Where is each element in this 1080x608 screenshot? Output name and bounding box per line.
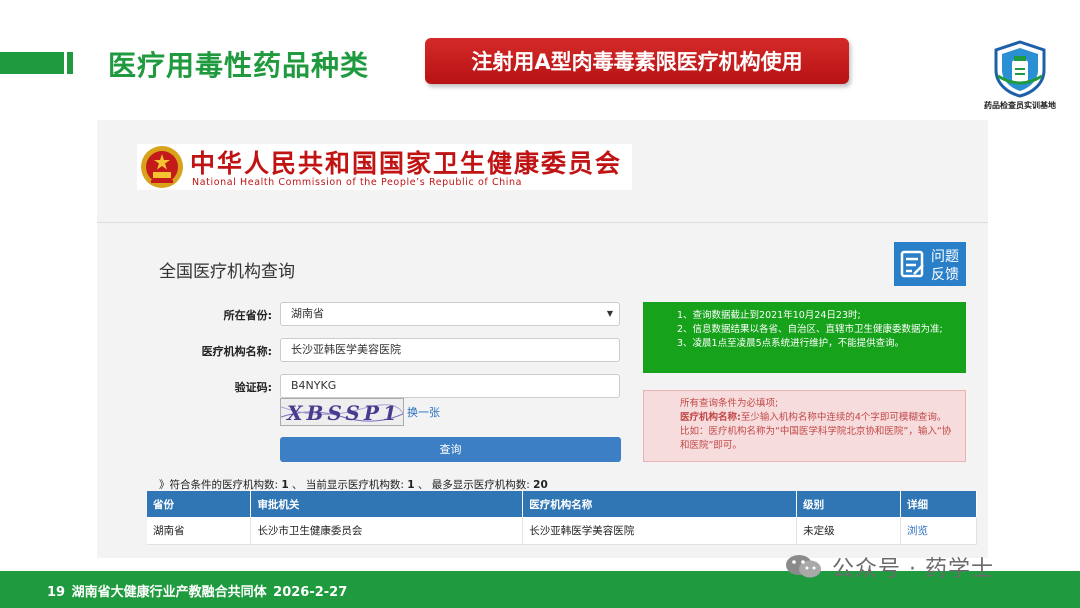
feedback-button[interactable]: 问题 反馈 xyxy=(894,242,966,286)
title-accent-bar-small xyxy=(67,52,73,74)
cell-institution: 长沙亚韩医学美容医院 xyxy=(522,517,798,545)
cell-level: 未定级 xyxy=(796,517,902,545)
pink-notice: 所有查询条件为必填项; 医疗机构名称:至少输入机构名称中连续的4个字即可模糊查询… xyxy=(643,390,966,462)
summary-prefix: 》符合条件的医疗机构数: xyxy=(159,479,279,491)
title-accent-bar xyxy=(0,52,64,74)
chevron-down-icon: ▼ xyxy=(606,309,613,318)
feedback-label-1: 问题 xyxy=(931,249,959,265)
cell-province: 湖南省 xyxy=(147,517,252,545)
captcha-label: 验证码: xyxy=(234,381,272,394)
table-header-row: 省份 审批机关 医疗机构名称 级别 详细 xyxy=(147,491,977,517)
header-divider xyxy=(97,222,988,223)
captcha-text: XBSSP1 xyxy=(287,401,401,425)
slide: 医疗用毒性药品种类 注射用A型肉毒毒素限医疗机构使用 药品检查员实训基地 中华人… xyxy=(0,0,1080,608)
institution-name-input[interactable]: 长沙亚韩医学美容医院 xyxy=(280,338,620,362)
summary-shown: 1 xyxy=(407,479,415,491)
institution-name-label: 医疗机构名称: xyxy=(201,345,272,358)
column-header: 审批机关 xyxy=(250,491,524,517)
watermark-text: 公众号 · 药学士 xyxy=(832,557,994,582)
query-button[interactable]: 查询 xyxy=(280,437,621,462)
highlight-banner: 注射用A型肉毒毒素限医疗机构使用 xyxy=(425,38,849,84)
column-header: 详细 xyxy=(900,491,977,517)
column-header: 医疗机构名称 xyxy=(522,491,798,517)
logo-caption: 药品检查员实训基地 xyxy=(984,101,1056,110)
org-name-chinese: 中华人民共和国国家卫生健康委员会 xyxy=(190,149,623,178)
website-screenshot: 中华人民共和国国家卫生健康委员会 National Health Commiss… xyxy=(97,120,988,558)
feedback-icon xyxy=(900,250,924,278)
form-title: 全国医疗机构查询 xyxy=(159,262,295,282)
summary-mid: 、 当前显示医疗机构数: xyxy=(292,479,404,491)
table-row: 湖南省 长沙市卫生健康委员会 长沙亚韩医学美容医院 未定级 浏览 xyxy=(147,517,977,545)
captcha-image: XBSSP1 xyxy=(280,398,404,426)
footer-text: 19 湖南省大健康行业产教融合共同体 2026-2-27 xyxy=(47,585,348,600)
summary-mid2: 、 最多显示医疗机构数: xyxy=(417,479,530,491)
feedback-label-2: 反馈 xyxy=(931,267,959,283)
province-value: 湖南省 xyxy=(291,307,324,320)
org-name-english: National Health Commission of the People… xyxy=(192,177,523,188)
cell-authority: 长沙市卫生健康委员会 xyxy=(250,517,524,545)
result-summary: 》符合条件的医疗机构数: 1 、 当前显示医疗机构数: 1 、 最多显示医疗机构… xyxy=(159,477,548,492)
summary-max: 20 xyxy=(533,479,548,491)
shield-logo-icon xyxy=(994,40,1046,98)
green-notice-line: 2、信息数据结果以各省、自治区、直辖市卫生健康委数据为准; xyxy=(677,324,943,335)
pink-notice-bold-label: 医疗机构名称: xyxy=(680,412,741,423)
results-table: 省份 审批机关 医疗机构名称 级别 详细 湖南省 长沙市卫生健康委员会 长沙亚韩… xyxy=(147,491,977,545)
wechat-icon xyxy=(786,555,821,578)
captcha-input[interactable]: B4NYKG xyxy=(280,374,620,398)
green-notice-line: 3、凌晨1点至凌晨5点系统进行维护，不能提供查询。 xyxy=(677,338,905,349)
view-details-link[interactable]: 浏览 xyxy=(900,517,977,545)
national-emblem-icon xyxy=(141,146,183,188)
pink-notice-body: 医疗机构名称:至少输入机构名称中连续的4个字即可模糊查询。比如：医疗机构名称为“… xyxy=(680,411,955,453)
column-header: 级别 xyxy=(796,491,902,517)
column-header: 省份 xyxy=(147,491,252,517)
green-notice-line: 1、查询数据截止到2021年10月24日23时; xyxy=(677,310,861,321)
slide-title: 医疗用毒性药品种类 xyxy=(108,49,370,82)
green-notice: 1、查询数据截止到2021年10月24日23时; 2、信息数据结果以各省、自治区… xyxy=(643,302,966,373)
province-label: 所在省份: xyxy=(223,309,272,322)
summary-count: 1 xyxy=(281,479,289,491)
province-select[interactable]: 湖南省 ▼ xyxy=(280,302,620,326)
captcha-refresh-link[interactable]: 换一张 xyxy=(407,404,440,420)
pink-notice-line: 所有查询条件为必填项; xyxy=(680,398,779,409)
